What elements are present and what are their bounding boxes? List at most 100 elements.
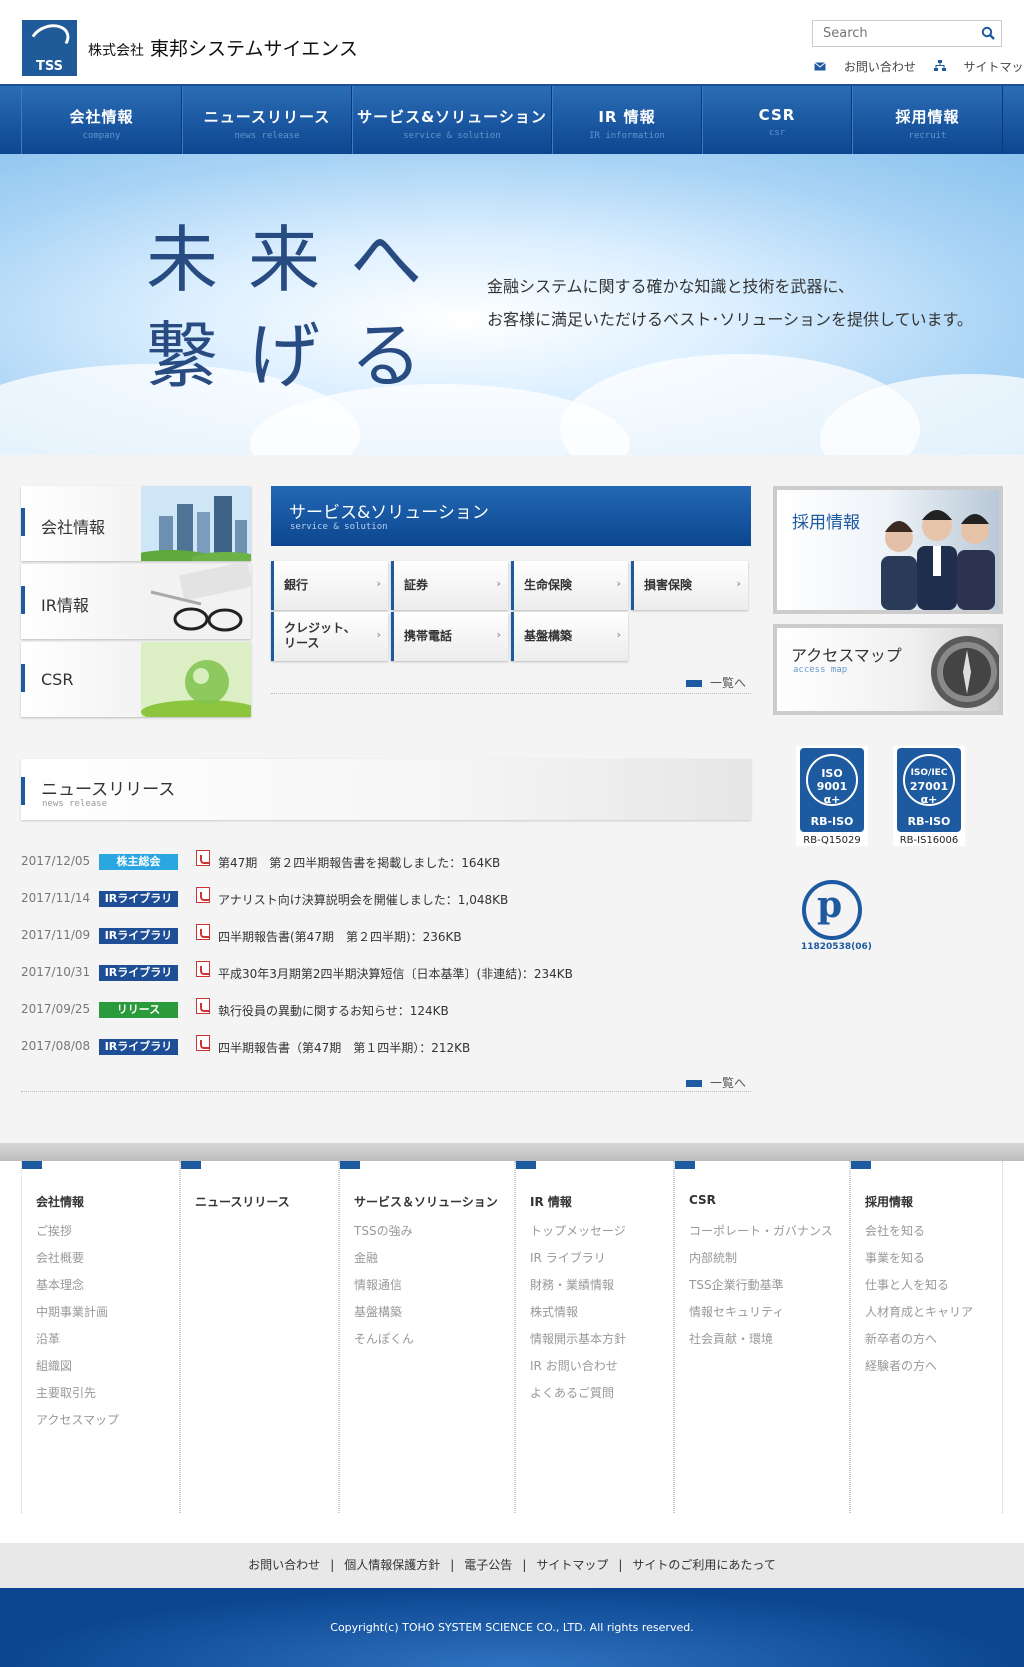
services-header[interactable]: サービス&ソリューション service & solution <box>271 486 751 546</box>
footer-link[interactable]: 組織図 <box>36 1357 72 1374</box>
news-item[interactable]: 2017/10/31 IRライブラリ 平成30年3月期第2四半期決算短信〔日本基準〕… <box>21 961 751 985</box>
footer-link[interactable]: 会社を知る <box>865 1222 925 1239</box>
arrow-right-icon <box>686 1080 702 1087</box>
footer-link[interactable]: トップメッセージ <box>530 1222 626 1239</box>
compass-image <box>931 636 999 708</box>
footer-link[interactable]: 中期事業計画 <box>36 1303 108 1320</box>
chevron-down-icon <box>675 1161 695 1169</box>
footer-bottom-link[interactable]: 個人情報保護方針 <box>344 1558 440 1572</box>
news-item[interactable]: 2017/11/14 IRライブラリ アナリスト向け決算説明会を開催しました：1,0… <box>21 887 751 911</box>
footer-col-heading[interactable]: IR 情報 <box>530 1193 572 1210</box>
footer-link[interactable]: 会社概要 <box>36 1249 84 1266</box>
service-mobile[interactable]: 携帯電話 › <box>391 612 508 661</box>
footer-link[interactable]: 仕事と人を知る <box>865 1276 949 1293</box>
footer-col-service: サービス＆ソリューション TSSの強み 金融情報通信基盤構築そんぽくん <box>339 1161 515 1513</box>
chevron-right-icon: › <box>496 577 501 590</box>
footer-col-heading[interactable]: サービス＆ソリューション <box>354 1193 498 1210</box>
sitemap-link[interactable]: サイトマップ <box>933 60 1024 74</box>
services-more-link[interactable]: 一覧へ <box>686 674 746 691</box>
footer-link[interactable]: 人材育成とキャリア <box>865 1303 973 1320</box>
footer-link[interactable]: IR ライブラリ <box>530 1249 606 1266</box>
nav-news[interactable]: ニュースリリース news release <box>182 86 352 154</box>
accent-bar <box>21 777 25 805</box>
footer-link[interactable]: 主要取引先 <box>36 1384 96 1401</box>
accent-bar <box>21 508 25 536</box>
footer-link[interactable]: 財務・業績情報 <box>530 1276 614 1293</box>
news-link[interactable]: 執行役員の異動に関するお知らせ：124KB <box>218 1002 449 1019</box>
news-item[interactable]: 2017/08/08 IRライブラリ 四半期報告書（第47期 第１四半期）：212K… <box>21 1035 751 1059</box>
nav-service[interactable]: サービス&ソリューション service & solution <box>352 86 552 154</box>
iso-9001-badge[interactable]: ISO 9001 α+ RB-ISO RB-Q15029 <box>796 746 868 846</box>
nav-company[interactable]: 会社情報 company <box>21 86 182 154</box>
footer-link[interactable]: ご挨拶 <box>36 1222 72 1239</box>
footer-link[interactable]: よくあるご質問 <box>530 1384 614 1401</box>
footer-link[interactable]: 内部統制 <box>689 1249 737 1266</box>
footer-link[interactable]: 新卒者の方へ <box>865 1330 937 1347</box>
privacy-mark[interactable]: p 11820538(06) <box>797 870 877 952</box>
contact-link-label: お問い合わせ <box>843 60 916 74</box>
iso-number: 9001 <box>816 780 848 793</box>
news-link[interactable]: 平成30年3月期第2四半期決算短信〔日本基準〕(非連結)：234KB <box>218 965 573 982</box>
news-link[interactable]: 四半期報告書（第47期 第１四半期）：212KB <box>218 1039 470 1056</box>
footer-link[interactable]: そんぽくん <box>354 1330 414 1347</box>
service-life-insurance[interactable]: 生命保険 › <box>511 561 628 610</box>
footer-link[interactable]: 株式情報 <box>530 1303 578 1320</box>
footer-link[interactable]: 情報セキュリティ <box>689 1303 784 1320</box>
footer-link[interactable]: 基盤構築 <box>354 1303 402 1320</box>
news-link[interactable]: 四半期報告書(第47期 第２四半期)：236KB <box>218 928 462 945</box>
arrow-right-icon <box>686 680 702 687</box>
iso-mark: RB-ISO <box>907 815 951 828</box>
footer-link[interactable]: TSSの強み <box>354 1222 413 1239</box>
news-item[interactable]: 2017/12/05 株主総会 第47期 第２四半期報告書を掲載しました：164KB <box>21 850 751 874</box>
service-securities[interactable]: 証券 › <box>391 561 508 610</box>
footer-link[interactable]: TSS企業行動基準 <box>689 1276 784 1293</box>
service-credit-lease[interactable]: クレジット、 リース › <box>271 612 388 661</box>
footer-link[interactable]: 金融 <box>354 1249 378 1266</box>
nav-recruit[interactable]: 採用情報 recruit <box>852 86 1003 154</box>
footer-link[interactable]: IR お問い合わせ <box>530 1357 618 1374</box>
service-infrastructure[interactable]: 基盤構築 › <box>511 612 628 661</box>
service-nonlife-insurance[interactable]: 損害保険 › <box>631 561 748 610</box>
search-input[interactable] <box>813 21 973 46</box>
sitemap-link-label: サイトマップ <box>963 60 1024 74</box>
footer-link[interactable]: 沿革 <box>36 1330 60 1347</box>
footer-col-heading[interactable]: 採用情報 <box>865 1193 913 1210</box>
footer-col-heading[interactable]: 会社情報 <box>36 1193 84 1210</box>
nav-csr[interactable]: CSR csr <box>702 86 852 154</box>
footer-link[interactable]: 情報開示基本方針 <box>530 1330 626 1347</box>
service-bank[interactable]: 銀行 › <box>271 561 388 610</box>
access-map-banner[interactable]: アクセスマップ access map <box>773 624 1003 715</box>
footer-link[interactable]: 基本理念 <box>36 1276 84 1293</box>
footer-bottom-link[interactable]: サイトのご利用にあたって <box>632 1558 775 1572</box>
search-icon[interactable] <box>981 26 995 40</box>
hero-title-line2: 繋げる <box>146 314 453 398</box>
recruit-banner[interactable]: 採用情報 <box>773 486 1003 614</box>
footer-link[interactable]: アクセスマップ <box>36 1411 119 1428</box>
box-ir-info[interactable]: IR情報 <box>21 564 251 639</box>
box-csr[interactable]: CSR <box>21 642 251 717</box>
footer-link[interactable]: コーポレート・ガバナンス <box>689 1222 833 1239</box>
chevron-right-icon: › <box>376 577 381 590</box>
news-more-link[interactable]: 一覧へ <box>686 1074 746 1091</box>
news-item[interactable]: 2017/11/09 IRライブラリ 四半期報告書(第47期 第２四半期)：236K… <box>21 924 751 948</box>
tss-logo[interactable]: TSS <box>22 18 77 76</box>
news-link[interactable]: 第47期 第２四半期報告書を掲載しました：164KB <box>218 854 500 871</box>
footer-link[interactable]: 経験者の方へ <box>865 1357 937 1374</box>
footer-bottom-link[interactable]: サイトマップ <box>536 1558 608 1572</box>
footer-col-heading[interactable]: ニュースリリース <box>195 1193 290 1210</box>
chevron-down-icon <box>181 1161 201 1169</box>
news-header[interactable]: ニュースリリース news release <box>21 759 751 820</box>
iso-27001-badge[interactable]: ISO/IEC 27001 α+ RB-ISO RB-IS16006 <box>893 746 965 846</box>
news-item[interactable]: 2017/09/25 リリース 執行役員の異動に関するお知らせ：124KB <box>21 998 751 1022</box>
news-link[interactable]: アナリスト向け決算説明会を開催しました：1,048KB <box>218 891 508 908</box>
footer-bottom-link[interactable]: 電子公告 <box>464 1558 512 1572</box>
company-name[interactable]: 株式会社 東邦システムサイエンス <box>88 34 358 61</box>
box-company-info[interactable]: 会社情報 <box>21 486 251 561</box>
footer-link[interactable]: 事業を知る <box>865 1249 925 1266</box>
footer-col-heading[interactable]: CSR <box>689 1193 716 1207</box>
footer-link[interactable]: 情報通信 <box>354 1276 402 1293</box>
contact-link[interactable]: お問い合わせ <box>814 60 916 74</box>
footer-link[interactable]: 社会貢献・環境 <box>689 1330 773 1347</box>
nav-ir[interactable]: IR 情報 IR information <box>552 86 702 154</box>
footer-bottom-link[interactable]: お問い合わせ <box>248 1558 320 1572</box>
